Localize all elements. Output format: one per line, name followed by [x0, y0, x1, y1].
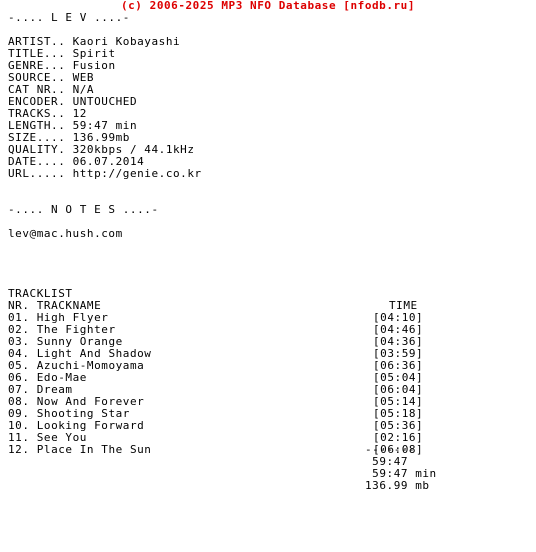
info-row-gap — [65, 167, 72, 180]
notes-body: lev@mac.hush.com — [8, 227, 123, 240]
track-name: Place In The Sun — [36, 443, 152, 456]
tracklist-block: TRACKLIST NR. TRACKNAME TIME 01. High Flyer… — [8, 288, 423, 456]
release-title-line: -.... L E V ....- — [8, 11, 130, 24]
track-gap — [30, 443, 37, 456]
info-row: URL..... http://genie.co.kr — [8, 168, 202, 180]
track-number: 12. — [8, 443, 30, 456]
notes-section-title: -.... N O T E S ....- — [8, 203, 159, 216]
info-row-label: URL..... — [8, 167, 66, 180]
summary-total-size: 136.99 mb — [365, 479, 430, 492]
tracklist-row: 12. Place In The Sun [06:08] — [8, 443, 423, 456]
nfo-document: (c) 2006-2025 MP3 NFO Database [nfodb.ru… — [0, 0, 536, 552]
tracklist-summary: ------- 59:47 59:47 min 136.99 mb — [365, 444, 437, 492]
release-info-block: ARTIST.. Kaori Kobayashi TITLE... Spirit G… — [8, 36, 202, 180]
info-row-value: http://genie.co.kr — [72, 167, 202, 180]
